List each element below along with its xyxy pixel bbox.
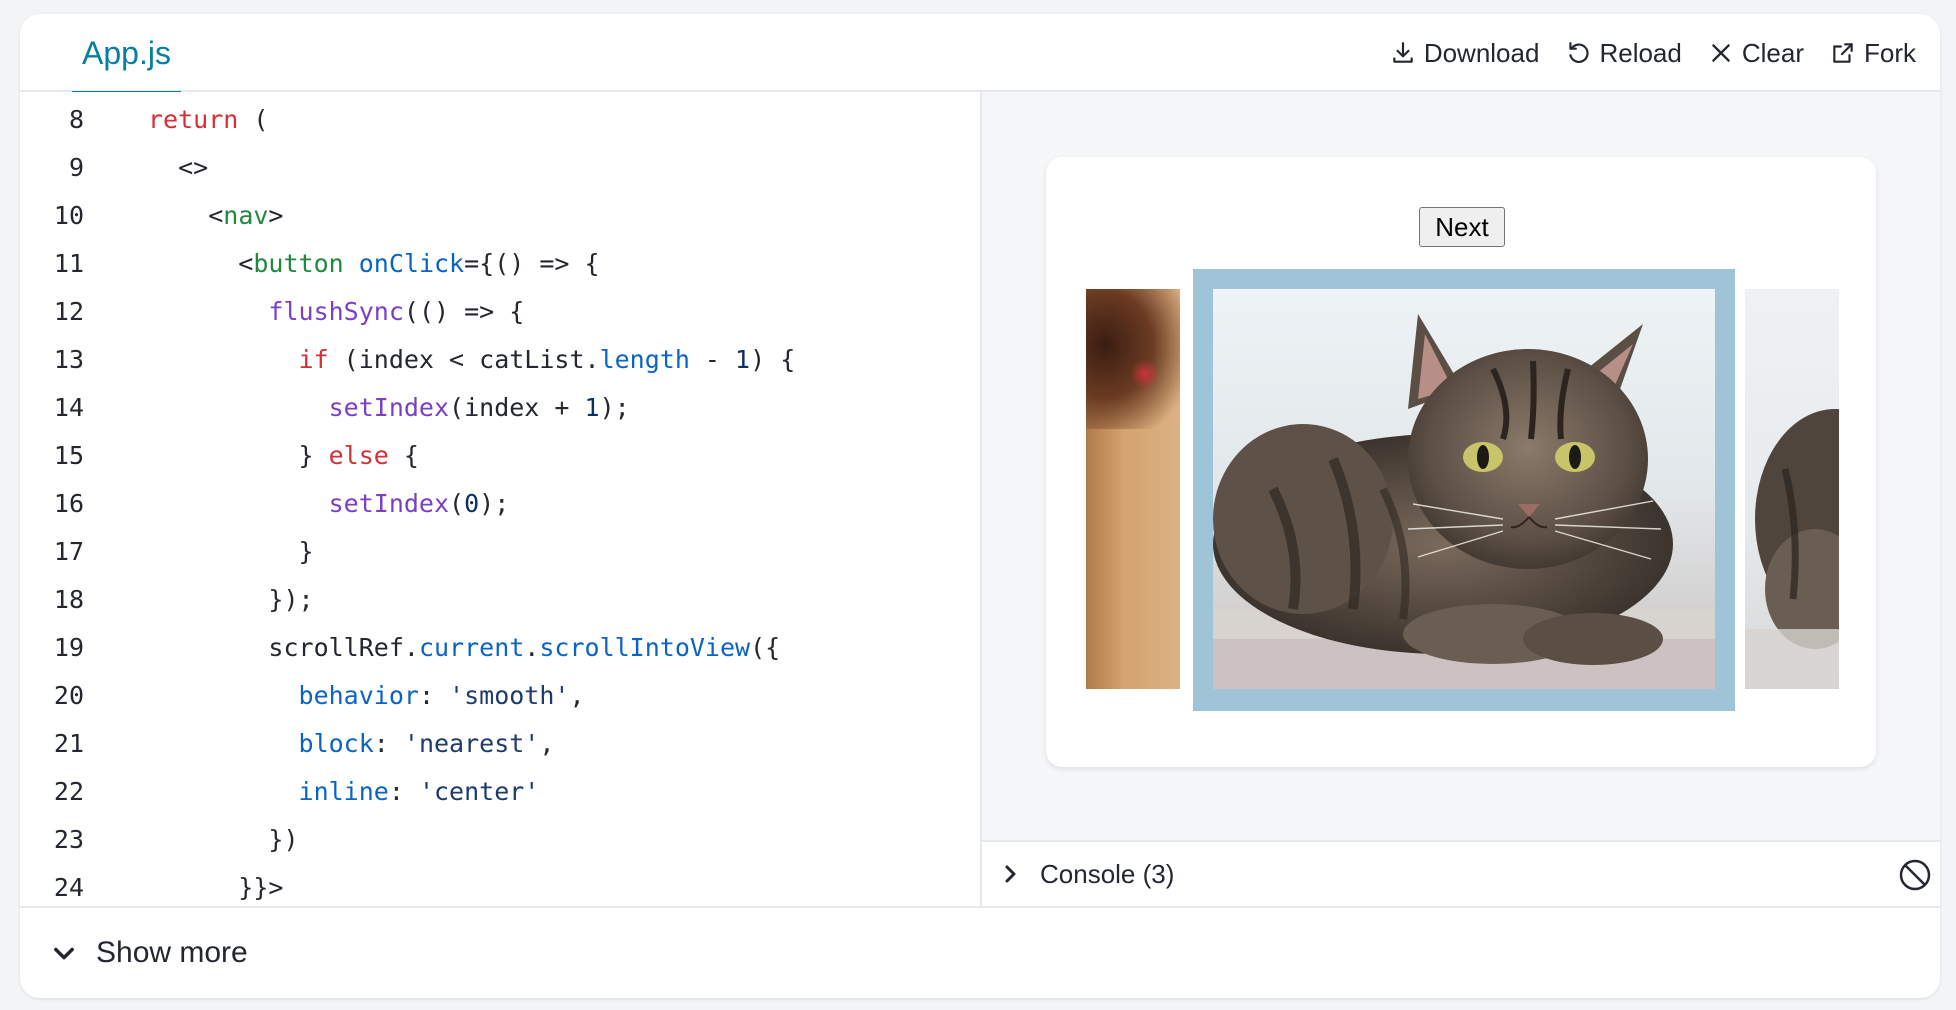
code-text: behavior: 'smooth', (298, 681, 585, 710)
line-number: 18 (53, 585, 84, 614)
code-text: }); (148, 585, 314, 614)
code-line: 18 }); (20, 576, 980, 624)
reload-label: Reload (1599, 37, 1682, 68)
code-line: 22 inline: 'center' (20, 768, 980, 816)
code-text: setIndex(0); (328, 489, 510, 518)
code-line: 17 } (20, 528, 980, 576)
code-line: 24 }}> (20, 864, 980, 906)
line-number: 8 (68, 105, 84, 134)
line-number: 19 (53, 633, 84, 662)
cat-image-selected-frame (1193, 269, 1735, 711)
show-more-button[interactable]: Show more (50, 908, 248, 998)
chevron-right-icon (1005, 865, 1016, 883)
next-button[interactable]: Next (1419, 207, 1505, 247)
external-link-icon (1833, 43, 1853, 63)
code-line: 9 <> (20, 144, 980, 192)
show-more-label: Show more (96, 936, 248, 969)
console-label: Console (3) (1040, 858, 1175, 889)
line-number: 12 (53, 297, 84, 326)
close-icon (1712, 44, 1730, 62)
show-more-bar: Show more (20, 906, 1940, 998)
download-label: Download (1423, 37, 1540, 68)
sandbox-container: App.js Download Reload Clear Fork 8 retu… (20, 14, 1940, 998)
line-number: 14 (53, 393, 84, 422)
code-text: }) (148, 825, 299, 854)
code-text: if (index < catList.length - 1) { (298, 345, 796, 374)
line-number: 24 (53, 873, 84, 902)
reload-button[interactable]: Reload (1565, 37, 1682, 69)
line-number: 11 (53, 249, 84, 278)
line-number: 16 (53, 489, 84, 518)
code-text: } (148, 537, 314, 566)
console-bar: Console (3) (982, 840, 1940, 906)
tab-app-js[interactable]: App.js (72, 14, 181, 94)
cat-image-previous (1086, 289, 1180, 689)
console-toggle[interactable]: Console (3) (998, 842, 1174, 906)
cat-image-next (1745, 289, 1839, 689)
code-line: 15 } else { (20, 432, 980, 480)
code-line: 23 }) (20, 816, 980, 864)
tab-label: App.js (82, 34, 171, 71)
code-text: <> (148, 153, 209, 182)
code-text: }}> (148, 873, 284, 902)
line-number: 13 (53, 345, 84, 374)
preview-pane: Next (982, 92, 1940, 840)
toolbar-actions: Download Reload Clear Fork (1390, 14, 1916, 92)
code-line: 20 behavior: 'smooth', (20, 672, 980, 720)
code-text: } else { (148, 441, 419, 470)
code-text: scrollRef.current.scrollIntoView({ (148, 633, 781, 662)
cat-image (1213, 289, 1715, 689)
code-line: 8 return ( (20, 96, 980, 144)
line-number: 17 (53, 537, 84, 566)
line-number: 23 (53, 825, 84, 854)
line-number: 10 (53, 201, 84, 230)
top-bar: App.js Download Reload Clear Fork (20, 14, 1940, 94)
line-number: 9 (68, 153, 84, 182)
line-number: 22 (53, 777, 84, 806)
code-text: block: 'nearest', (298, 729, 555, 758)
fork-label: Fork (1864, 37, 1916, 68)
code-text: flushSync(() => { (268, 297, 525, 326)
clear-label: Clear (1741, 37, 1804, 68)
line-number: 15 (53, 441, 84, 470)
code-line: 13 if (index < catList.length - 1) { (20, 336, 980, 384)
code-line: 19 scrollRef.current.scrollIntoView({ (20, 624, 980, 672)
code-text: <button onClick={() => { (148, 249, 600, 278)
code-editor[interactable]: 8 return ( 9 <> 10 <nav> 11 <button onCli… (20, 92, 980, 906)
code-line: 12 flushSync(() => { (20, 288, 980, 336)
clear-console-icon[interactable] (1898, 858, 1932, 892)
chevron-down-icon (54, 947, 74, 960)
code-text: inline: 'center' (298, 777, 540, 806)
clear-button[interactable]: Clear (1708, 38, 1804, 69)
code-line: 21 block: 'nearest', (20, 720, 980, 768)
download-button[interactable]: Download (1390, 37, 1540, 69)
code-line: 16 setIndex(0); (20, 480, 980, 528)
preview-frame: Next (1046, 157, 1876, 767)
fork-button[interactable]: Fork (1830, 38, 1916, 69)
reload-icon (1569, 42, 1590, 63)
code-line: 14 setIndex(index + 1); (20, 384, 980, 432)
cat-photo-illustration (1213, 289, 1715, 689)
line-number: 20 (53, 681, 84, 710)
code-line: 10 <nav> (20, 192, 980, 240)
line-number: 21 (53, 729, 84, 758)
code-text: return ( (148, 105, 269, 134)
code-text: <nav> (148, 201, 284, 230)
code-text: setIndex(index + 1); (328, 393, 630, 422)
code-line: 11 <button onClick={() => { (20, 240, 980, 288)
download-icon (1393, 42, 1413, 63)
